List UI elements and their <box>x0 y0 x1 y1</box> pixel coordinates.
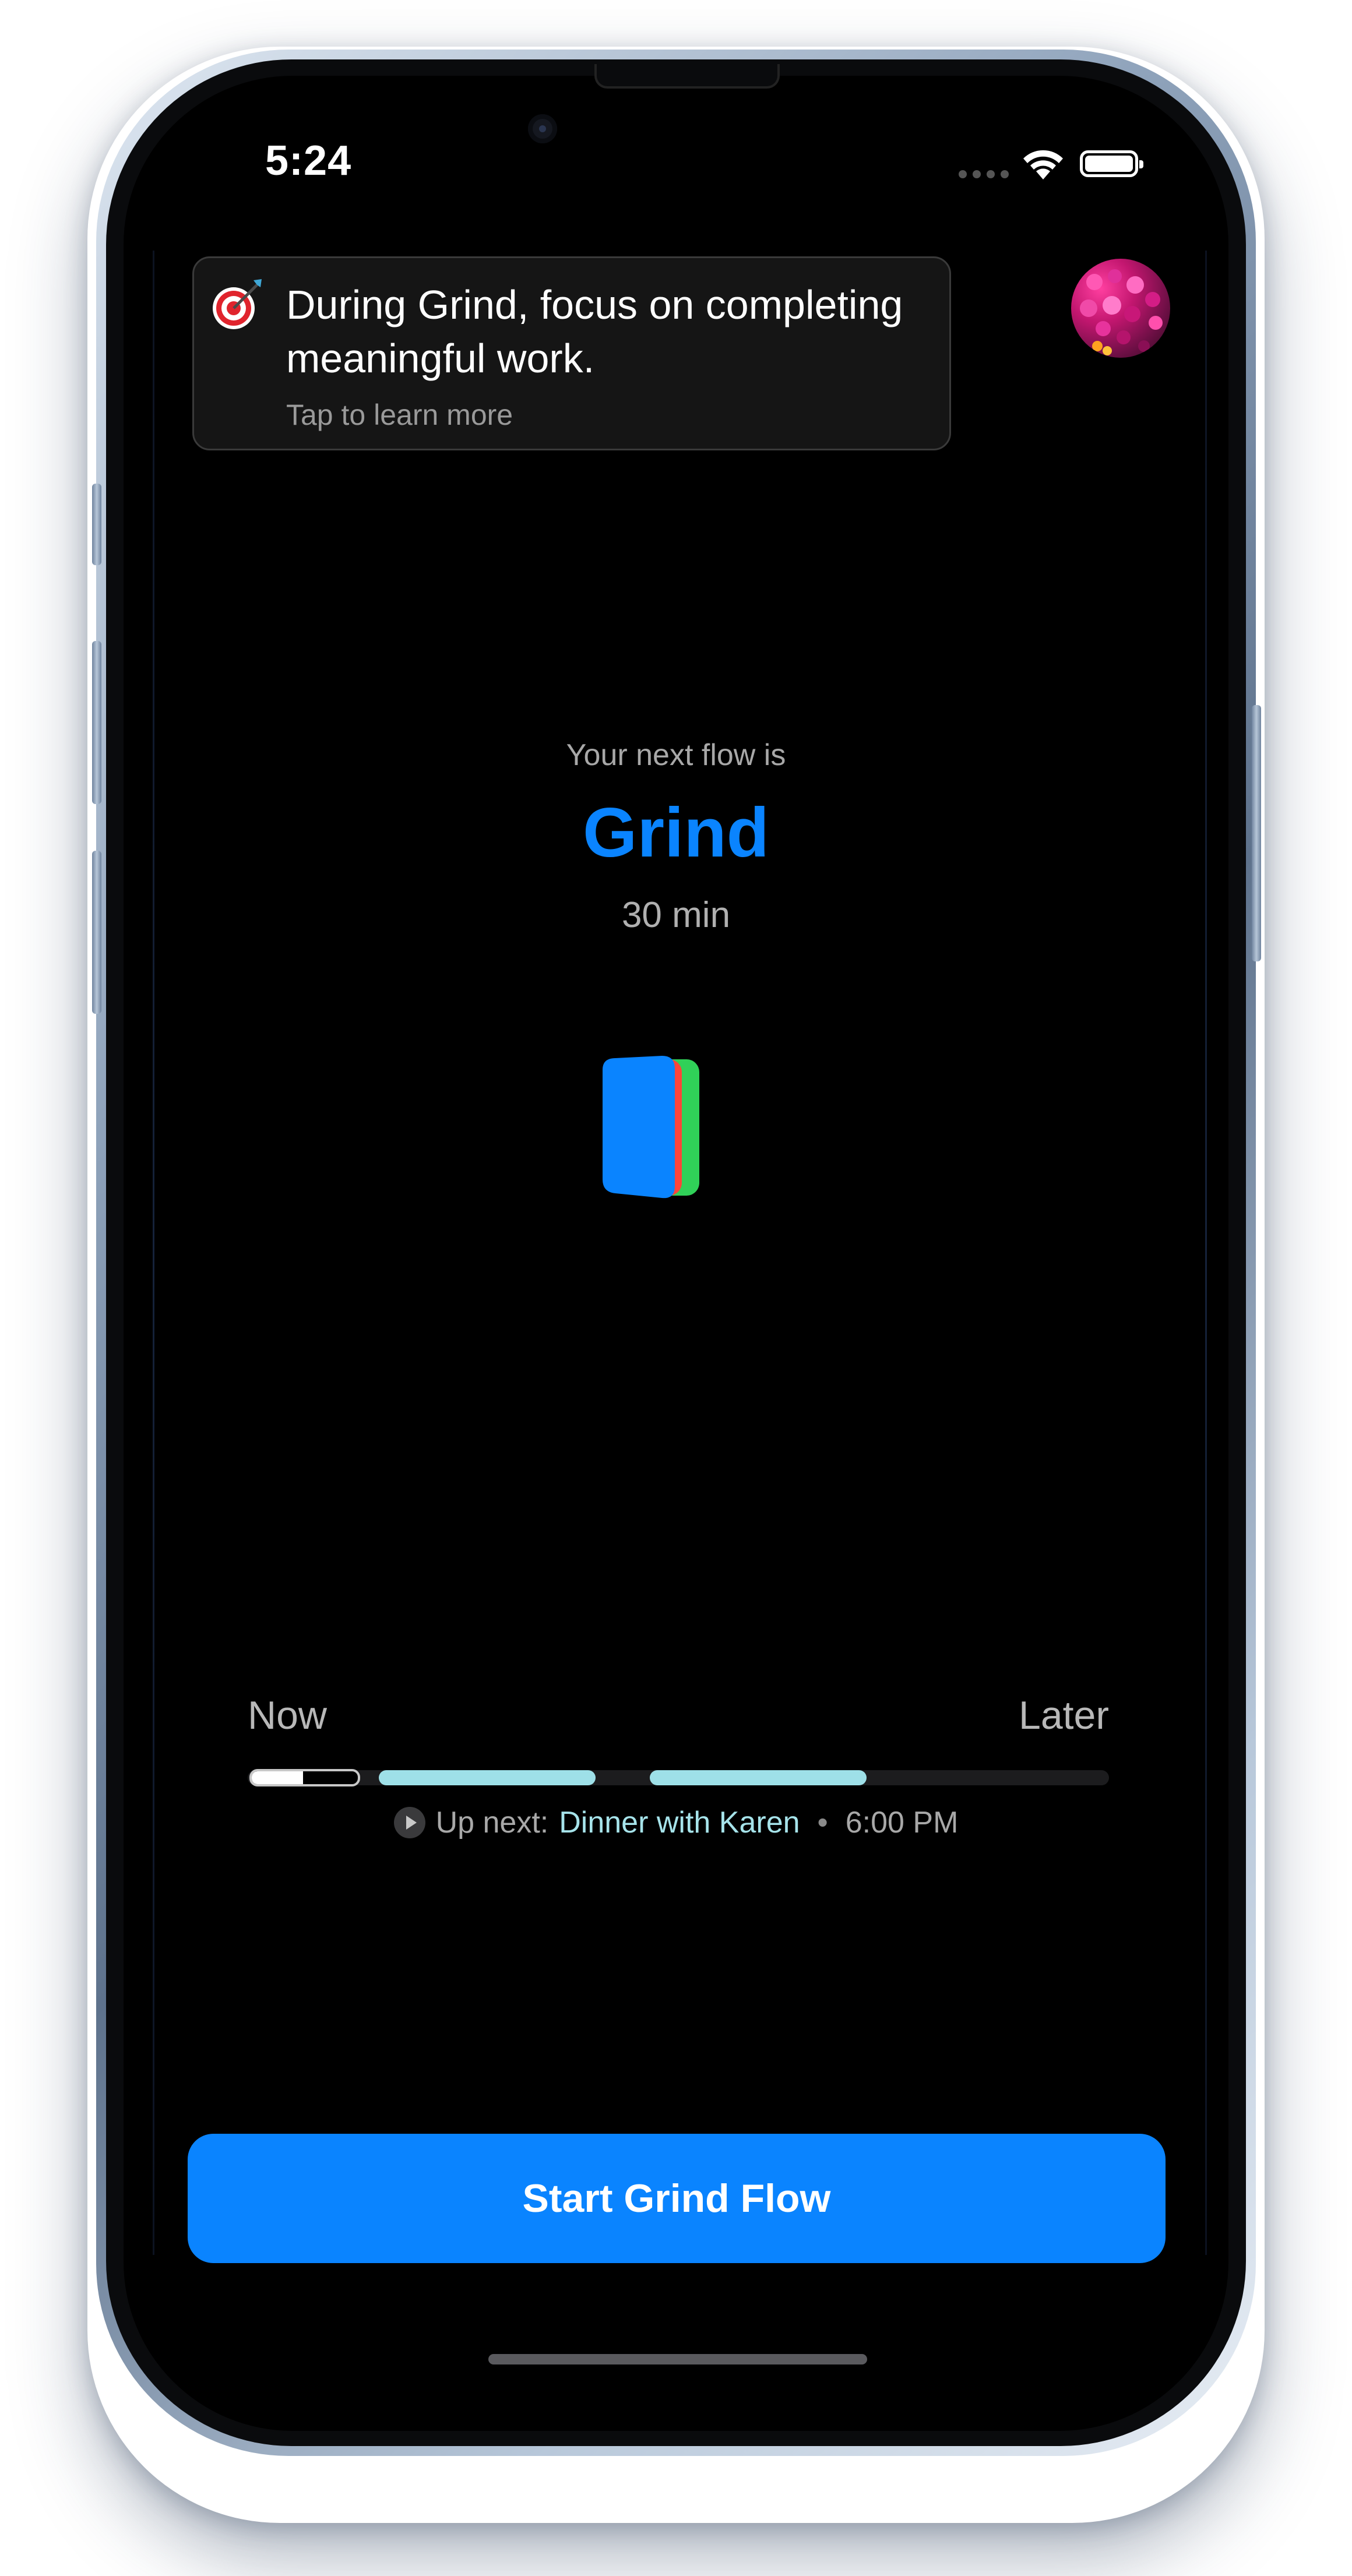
flow-duration: 30 min <box>621 895 731 935</box>
next-flow-label: Your next flow is <box>566 738 786 772</box>
status-time: 5:24 <box>265 138 352 184</box>
volume-up-button <box>92 641 101 804</box>
play-icon <box>393 1807 425 1838</box>
timeline-event-segment[interactable] <box>379 1770 596 1785</box>
home-indicator[interactable] <box>488 2354 867 2364</box>
mute-switch <box>92 484 101 565</box>
up-next-event: Dinner with Karen <box>559 1806 800 1840</box>
tip-card[interactable]: During Grind, focus on completing meanin… <box>192 256 951 450</box>
flow-name: Grind <box>583 794 769 872</box>
front-camera <box>528 114 557 143</box>
timeline-now-label: Now <box>248 1693 328 1738</box>
profile-avatar[interactable] <box>1071 259 1170 358</box>
flower-photo <box>1080 269 1163 355</box>
tip-text: During Grind, focus on completing meanin… <box>286 282 903 381</box>
battery-icon <box>1080 150 1143 177</box>
timeline-event-segment[interactable] <box>650 1770 867 1785</box>
up-next-row[interactable]: Up next: Dinner with Karen • 6:00 PM <box>0 1805 1352 1840</box>
cellular-signal-icon <box>959 170 1009 178</box>
timeline-later-label: Later <box>1019 1693 1109 1738</box>
target-dart-icon <box>213 279 262 329</box>
speaker-grille <box>594 64 780 89</box>
flow-cards-icon <box>603 1056 699 1199</box>
wifi-icon <box>1023 150 1063 179</box>
screen-edge-right <box>1205 251 1207 2255</box>
start-flow-button[interactable]: Start Grind Flow <box>188 2134 1166 2263</box>
screen-edge-left <box>153 251 154 2255</box>
timeline-current-segment <box>249 1769 360 1786</box>
tip-learn-more-link[interactable]: Tap to learn more <box>286 398 513 432</box>
up-next-prefix: Up next: <box>435 1806 549 1840</box>
up-next-time: 6:00 PM <box>845 1806 959 1840</box>
separator-dot: • <box>817 1806 828 1840</box>
